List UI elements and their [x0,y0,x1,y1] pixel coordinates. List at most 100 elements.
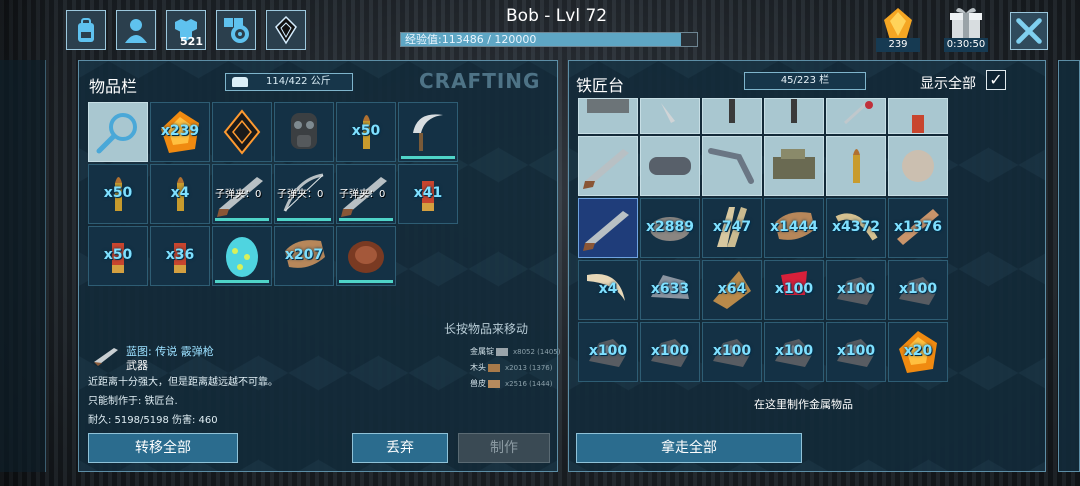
stack-quantity: x36 [165,247,195,263]
smithy-slot[interactable]: x4372 [826,198,886,258]
wood-icon [488,363,500,372]
smithy-slot[interactable] [888,136,948,196]
inventory-slot[interactable]: 子弹夹：0 [336,164,396,224]
close-icon [1016,18,1042,44]
smithy-slot[interactable] [640,136,700,196]
stack-quantity: x4 [170,185,190,201]
stack-quantity: x100 [774,343,814,359]
inventory-slot[interactable] [212,226,272,286]
stack-quantity: x207 [284,247,324,263]
smithy-slot[interactable] [764,98,824,134]
smithy-slot[interactable]: x100 [640,322,700,382]
player-name-level: Bob - Lvl 72 [506,6,608,26]
smithy-slot[interactable] [578,136,638,196]
smithy-slot[interactable]: x100 [826,260,886,320]
durability-bar [401,156,455,159]
durability-bar [215,218,269,221]
smithy-slot[interactable] [578,198,638,258]
pipe-icon [649,157,691,175]
smithy-slot[interactable] [702,136,762,196]
smithy-slot[interactable]: x100 [578,322,638,382]
smithy-slot[interactable]: x100 [764,322,824,382]
show-all-label: 显示全部 [920,76,976,92]
inventory-slot[interactable]: x4 [150,164,210,224]
durability-bar [277,218,331,221]
player-icon [125,19,147,43]
inventory-slot[interactable] [274,102,334,162]
stack-quantity: x100 [836,343,876,359]
meat-icon [348,241,384,273]
inventory-slot[interactable] [88,102,148,162]
drop-button[interactable]: 丢弃 [352,433,448,463]
smithy-slot[interactable]: x20 [888,322,948,382]
inventory-slot[interactable]: x50 [88,164,148,224]
crowbar-icon [708,148,754,184]
smithy-slot[interactable]: x4 [578,260,638,320]
shotgun-icon [583,149,629,189]
craft-here-label: 在这里制作金属物品 [754,398,853,411]
inventory-slot[interactable] [398,102,458,162]
smithy-slot[interactable]: x1444 [764,198,824,258]
smithy-slot[interactable]: x633 [640,260,700,320]
xp-bar: 经验值:113486 / 120000 [400,32,698,47]
smithy-slot[interactable]: x1376 [888,198,948,258]
transfer-all-button[interactable]: 转移全部 [88,433,238,463]
close-button[interactable] [1010,12,1048,50]
inventory-slot[interactable]: x50 [88,226,148,286]
smithy-slot[interactable]: x2889 [640,198,700,258]
inventory-slot[interactable]: x50 [336,102,396,162]
tribe-tab-button[interactable]: 521 [166,10,206,50]
smithy-slot[interactable]: x100 [702,322,762,382]
inventory-slot[interactable]: x239 [150,102,210,162]
smithy-slot[interactable] [826,136,886,196]
smithy-slot[interactable] [826,98,886,134]
take-all-button[interactable]: 拿走全部 [576,433,802,463]
stack-quantity: x100 [712,343,752,359]
shotgun-icon [583,211,629,251]
stack-quantity: x64 [717,281,747,297]
backpack-icon [78,18,94,42]
stack-quantity: x41 [413,185,443,201]
smithy-slot[interactable] [578,98,638,134]
weight-value: 114/422 公斤 [266,76,331,87]
smithy-slot[interactable]: x64 [702,260,762,320]
requirement-wood: 木头 x2013 (1376) [470,363,553,372]
smithy-slot[interactable]: x747 [702,198,762,258]
smithy-slot[interactable] [702,98,762,134]
ball-icon [902,150,934,182]
inventory-slot[interactable]: x207 [274,226,334,286]
weight-icon [232,77,248,87]
blueprint-tool-icon [791,99,797,123]
weight-indicator: 114/422 公斤 [225,73,353,91]
gem-count: 239 [876,38,920,52]
search-icon [96,113,137,154]
gift-icon[interactable] [944,4,988,42]
smithy-slot[interactable] [764,136,824,196]
character-tab-button[interactable] [116,10,156,50]
smithy-slot[interactable] [888,98,948,134]
craft-button[interactable]: 制作 [458,433,550,463]
smithy-slot[interactable] [640,98,700,134]
options-tab-button[interactable] [216,10,256,50]
left-side-panel [0,60,46,472]
stack-quantity: x20 [903,343,933,359]
smithy-slot[interactable]: x100 [764,260,824,320]
ammo-label: 子弹夹：0 [215,189,262,200]
inventory-slot[interactable]: x36 [150,226,210,286]
durability-bar [215,280,269,283]
detail-description: 近距离十分强大，但是距离越远越不可靠。 [88,377,278,388]
show-all-checkbox[interactable]: ✓ [986,70,1006,90]
inventory-slot[interactable]: x41 [398,164,458,224]
requirement-hide: 兽皮 x2516 (1444) [470,379,553,388]
inventory-slot[interactable]: 子弹夹：0 [212,164,272,224]
inventory-slot[interactable] [336,226,396,286]
inventory-slot[interactable] [212,102,272,162]
crafting-tab[interactable]: CRAFTING [419,69,540,93]
inventory-tab-button[interactable] [66,10,106,50]
inventory-slot[interactable]: 子弹夹：0 [274,164,334,224]
implant-tab-button[interactable] [266,10,306,50]
smithy-slot[interactable]: x100 [888,260,948,320]
stack-quantity: x100 [650,343,690,359]
smithy-slot[interactable]: x100 [826,322,886,382]
syringe-icon [843,101,873,125]
